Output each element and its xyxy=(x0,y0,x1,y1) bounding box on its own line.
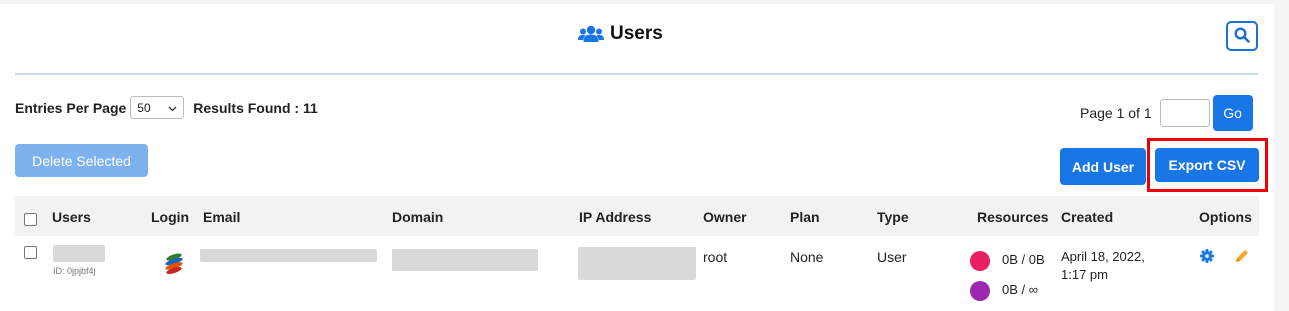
header-divider xyxy=(15,73,1258,75)
export-highlight-box: Export CSV xyxy=(1147,138,1268,192)
domain-redacted[interactable] xyxy=(392,249,538,271)
column-header-users[interactable]: Users xyxy=(52,209,91,225)
results-found: Results Found : 11 xyxy=(193,99,318,116)
add-user-button[interactable]: Add User xyxy=(1060,148,1146,185)
username-redacted[interactable] xyxy=(53,245,105,262)
search-button[interactable] xyxy=(1226,21,1258,51)
column-header-email[interactable]: Email xyxy=(203,209,240,225)
edit-pencil-icon[interactable] xyxy=(1234,248,1250,267)
type-value: User xyxy=(877,249,907,265)
row-checkbox[interactable] xyxy=(24,246,37,259)
column-header-ip-address[interactable]: IP Address xyxy=(579,209,651,225)
bandwidth-usage-indicator xyxy=(970,281,990,301)
page-number-input[interactable] xyxy=(1159,99,1210,127)
column-header-options: Options xyxy=(1199,209,1252,225)
page-indicator: Page 1 of 1 xyxy=(1080,105,1152,121)
delete-selected-button[interactable]: Delete Selected xyxy=(15,144,148,177)
email-redacted xyxy=(200,249,377,262)
bandwidth-usage-value: 0B / ∞ xyxy=(1002,282,1039,297)
entries-per-page: Entries Per Page 50 Results Found : 11 xyxy=(15,96,318,119)
entries-select[interactable]: 50 xyxy=(130,96,185,119)
disk-usage-value: 0B / 0B xyxy=(1002,252,1045,267)
page-header: Users xyxy=(0,4,1274,64)
export-csv-button[interactable]: Export CSV xyxy=(1155,148,1259,182)
plan-value: None xyxy=(790,249,824,265)
pager: Page 1 of 1 Go xyxy=(1080,95,1253,131)
column-header-resources[interactable]: Resources xyxy=(977,209,1049,225)
column-header-type[interactable]: Type xyxy=(877,209,909,225)
created-date: April 18, 2022, 1:17 pm xyxy=(1061,249,1145,282)
column-header-domain[interactable]: Domain xyxy=(392,209,443,225)
column-header-plan[interactable]: Plan xyxy=(790,209,820,225)
gear-icon[interactable] xyxy=(1200,249,1214,266)
column-header-login[interactable]: Login xyxy=(151,209,189,225)
ip-address-redacted xyxy=(578,247,696,280)
entries-label: Entries Per Page xyxy=(15,99,127,116)
users-icon xyxy=(578,25,604,43)
page-title-text: Users xyxy=(610,23,663,44)
column-header-created[interactable]: Created xyxy=(1061,209,1113,225)
owner-value: root xyxy=(703,249,728,265)
select-all-checkbox[interactable] xyxy=(24,213,37,226)
table-header: Users Login Email Domain IP Address Owne… xyxy=(15,196,1259,236)
user-id: ID: 0jpjbf4j xyxy=(53,266,96,276)
column-header-owner[interactable]: Owner xyxy=(703,209,747,225)
users-panel: Users Entries Per Page 50 Results Found … xyxy=(0,4,1274,311)
search-icon xyxy=(1234,26,1250,46)
login-icon[interactable] xyxy=(164,250,184,281)
page-title: Users xyxy=(578,23,663,45)
entries-select-value: 50 xyxy=(137,100,151,115)
go-button[interactable]: Go xyxy=(1212,95,1253,131)
disk-usage-indicator xyxy=(970,251,990,271)
chevron-down-icon xyxy=(168,101,177,115)
table-row: ID: 0jpjbf4j root None User 0B / 0B 0B /… xyxy=(15,236,1259,311)
